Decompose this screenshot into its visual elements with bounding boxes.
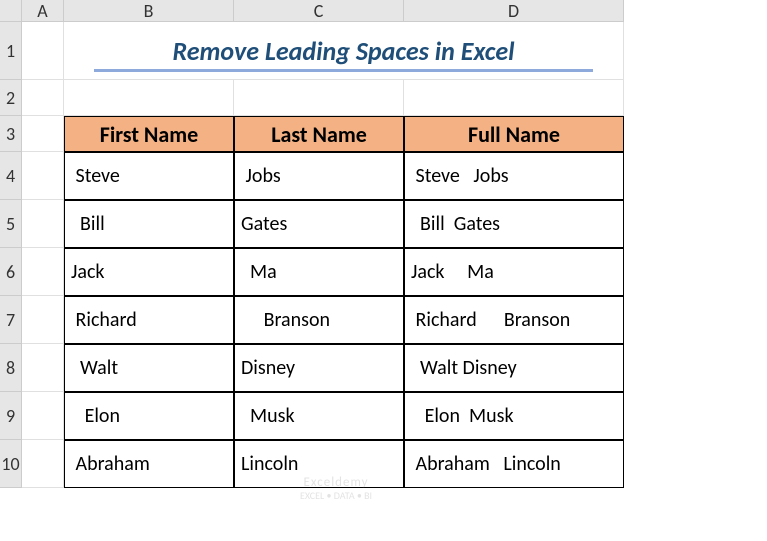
cell-a2[interactable] [22,80,64,116]
table-row[interactable]: Jack Ma [404,248,624,296]
table-row[interactable]: Lincoln [234,440,404,488]
table-row[interactable]: Musk [234,392,404,440]
table-row[interactable]: Steve Jobs [404,152,624,200]
cell-a8[interactable] [22,344,64,392]
table-row[interactable]: Branson [234,296,404,344]
col-header-c[interactable]: C [234,0,404,22]
cell-b2[interactable] [64,80,234,116]
row-header-3[interactable]: 3 [0,116,22,152]
cell-d2[interactable] [404,80,624,116]
table-row[interactable]: Bill [64,200,234,248]
cell-a7[interactable] [22,296,64,344]
table-row[interactable]: Walt Disney [404,344,624,392]
table-row[interactable]: Bill Gates [404,200,624,248]
table-row[interactable]: Gates [234,200,404,248]
cell-c2[interactable] [234,80,404,116]
col-header-d[interactable]: D [404,0,624,22]
col-header-b[interactable]: B [64,0,234,22]
table-row[interactable]: Jobs [234,152,404,200]
cell-a4[interactable] [22,152,64,200]
table-row[interactable]: Disney [234,344,404,392]
row-header-6[interactable]: 6 [0,248,22,296]
table-row[interactable]: Richard Branson [404,296,624,344]
cell-a1[interactable] [22,22,64,80]
table-row[interactable]: Ma [234,248,404,296]
title-underline [94,69,593,72]
table-row[interactable]: Jack [64,248,234,296]
row-header-8[interactable]: 8 [0,344,22,392]
cell-a3[interactable] [22,116,64,152]
title-cell[interactable]: Remove Leading Spaces in Excel [64,22,624,80]
spreadsheet-grid: A B C D 1 Remove Leading Spaces in Excel… [0,0,767,488]
header-first-name[interactable]: First Name [64,116,234,152]
header-last-name[interactable]: Last Name [234,116,404,152]
cell-a9[interactable] [22,392,64,440]
table-row[interactable]: Steve [64,152,234,200]
watermark-sub: EXCEL • DATA • BI [300,490,372,501]
cell-a5[interactable] [22,200,64,248]
row-header-5[interactable]: 5 [0,200,22,248]
table-row[interactable]: Abraham [64,440,234,488]
row-header-1[interactable]: 1 [0,22,22,80]
table-row[interactable]: Abraham Lincoln [404,440,624,488]
row-header-9[interactable]: 9 [0,392,22,440]
table-row[interactable]: Walt [64,344,234,392]
table-row[interactable]: Elon [64,392,234,440]
page-title: Remove Leading Spaces in Excel [173,35,515,67]
header-full-name[interactable]: Full Name [404,116,624,152]
row-header-7[interactable]: 7 [0,296,22,344]
cell-a10[interactable] [22,440,64,488]
row-header-4[interactable]: 4 [0,152,22,200]
row-header-2[interactable]: 2 [0,80,22,116]
row-header-10[interactable]: 10 [0,440,22,488]
cell-a6[interactable] [22,248,64,296]
table-row[interactable]: Elon Musk [404,392,624,440]
col-header-a[interactable]: A [22,0,64,22]
table-row[interactable]: Richard [64,296,234,344]
select-all-corner[interactable] [0,0,22,22]
